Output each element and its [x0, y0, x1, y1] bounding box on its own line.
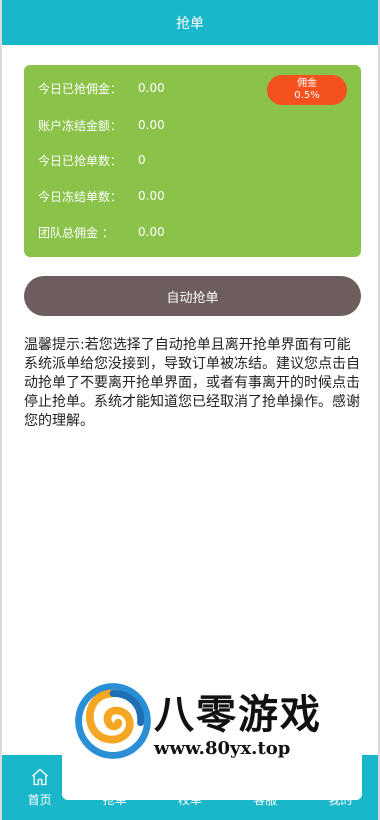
stat-label: 账户冻结金额： — [38, 118, 123, 133]
stat-value: 0.00 — [138, 81, 165, 95]
watermark-overlay: 八零游戏 www.80yx.top — [62, 662, 362, 800]
stat-row-frozen-amount: 账户冻结金额： 0.00 — [38, 115, 165, 135]
watermark-url: www.80yx.top — [154, 738, 291, 759]
stat-label: 今日冻结单数： — [38, 189, 123, 204]
auto-grab-button[interactable]: 自动抢单 — [24, 276, 361, 316]
commission-label: 佣金 — [297, 78, 317, 89]
tab-label: 首页 — [27, 793, 52, 807]
stat-label: 今日已抢单数： — [38, 153, 123, 168]
swirl-logo-icon — [75, 683, 151, 759]
stat-value: 0.00 — [138, 189, 165, 203]
page-title: 抢单 — [176, 15, 204, 32]
stat-row-team-commission: 团队总佣金 ： 0.00 — [38, 222, 165, 242]
stat-row-today-commission: 今日已抢佣金： 0.00 — [38, 78, 165, 98]
stats-card: 今日已抢佣金： 0.00 账户冻结金额： 0.00 今日已抢单数： 0 今日冻结… — [24, 65, 361, 257]
commission-rate-badge: 佣金 0.5% — [267, 75, 347, 105]
stat-label: 团队总佣金 ： — [38, 225, 114, 240]
commission-rate: 0.5% — [294, 90, 320, 101]
stat-value: 0 — [138, 153, 146, 167]
app-frame: 抢单 今日已抢佣金： 0.00 账户冻结金额： 0.00 今日已抢单数： 0 今… — [0, 0, 380, 820]
top-bar: 抢单 — [2, 0, 378, 45]
stat-value: 0.00 — [138, 225, 165, 239]
home-icon — [31, 768, 48, 786]
stat-label: 今日已抢佣金： — [38, 81, 123, 96]
stat-value: 0.00 — [138, 118, 165, 132]
notice-text: 温馨提示:若您选择了自动抢单且离开抢单界面有可能系统派单给您没接到，导致订单被冻… — [24, 337, 360, 429]
watermark-title: 八零游戏 — [154, 692, 322, 738]
stat-row-today-orders: 今日已抢单数： 0 — [38, 150, 146, 170]
stat-row-frozen-orders: 今日冻结单数： 0.00 — [38, 186, 165, 206]
